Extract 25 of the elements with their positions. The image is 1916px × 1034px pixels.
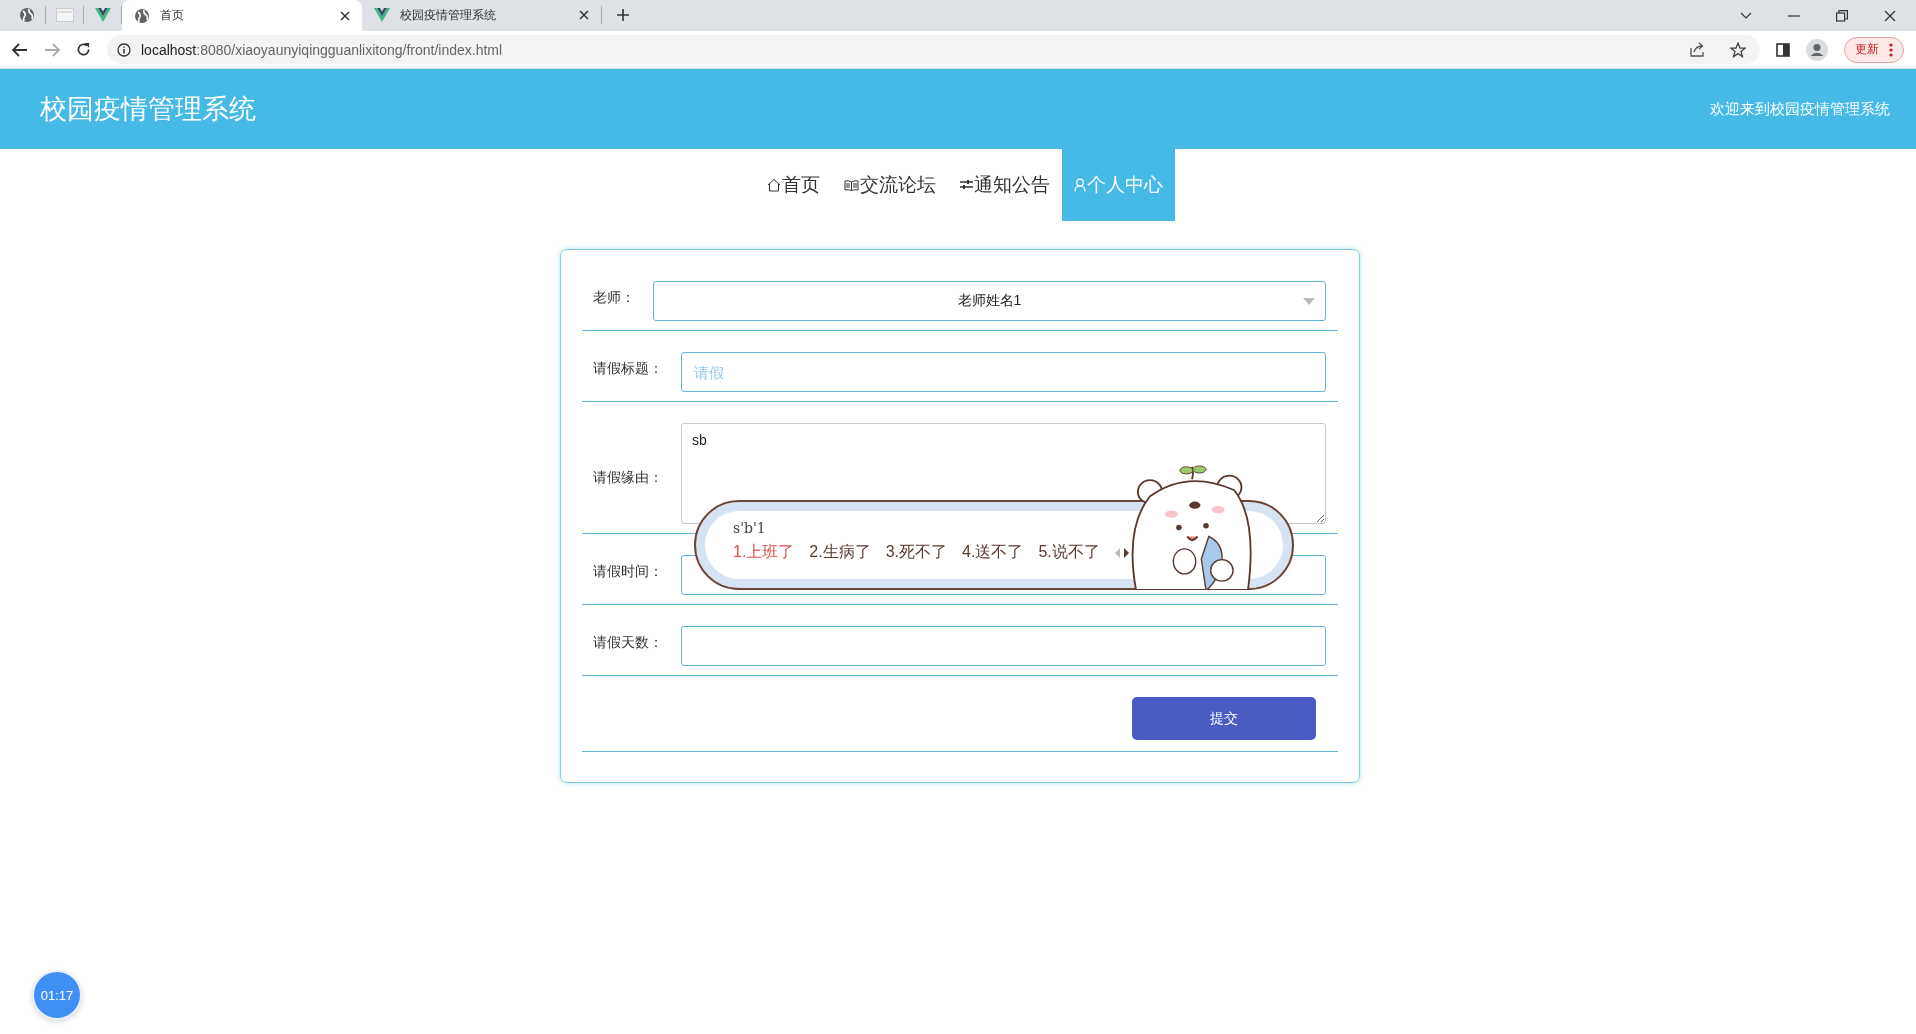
tab-title: 校园疫情管理系统 xyxy=(400,6,497,24)
update-button[interactable]: 更新 xyxy=(1844,36,1904,63)
tab-title: 首页 xyxy=(160,7,185,24)
nav-link[interactable]: 交流论坛 xyxy=(832,149,948,221)
input-field[interactable]: 请假 xyxy=(681,352,1326,392)
ime-candidate[interactable]: 4.送不了 xyxy=(962,542,1024,563)
url-text: localhost:8080/xiaoyaunyiqingguanlixitong/front/index.html xyxy=(141,41,503,58)
nav-link[interactable]: 通知公告 xyxy=(948,149,1062,221)
welcome-text: 欢迎来到校园疫情管理系统 xyxy=(1710,99,1890,119)
field-label: 请假缘由： xyxy=(593,467,663,487)
ime-candidate[interactable]: 5.说不了 xyxy=(1038,542,1100,563)
field-label: 请假时间： xyxy=(593,562,663,581)
field-label: 请假天数： xyxy=(593,633,663,652)
browser-tab[interactable]: 首页 xyxy=(122,0,362,31)
nav-link[interactable]: 首页 xyxy=(755,149,832,221)
ime-candidate[interactable]: 1.上班了 xyxy=(733,542,795,563)
browser-tab[interactable]: 校园疫情管理系统 xyxy=(362,6,602,24)
field-label: 请假标题： xyxy=(593,359,663,378)
site-title: 校园疫情管理系统 xyxy=(40,93,256,126)
submit-button[interactable]: 提交 xyxy=(1132,697,1316,740)
address-field[interactable]: localhost:8080/xiaoyaunyiqingguanlixitong/front/index.html xyxy=(107,35,1760,64)
field-label: 老师： xyxy=(593,288,635,307)
ime-candidate[interactable]: 2.生病了 xyxy=(809,542,871,563)
ime-candidate[interactable]: 3.死不了 xyxy=(885,542,948,563)
teacher-select[interactable]: 老师姓名1 xyxy=(653,281,1326,321)
